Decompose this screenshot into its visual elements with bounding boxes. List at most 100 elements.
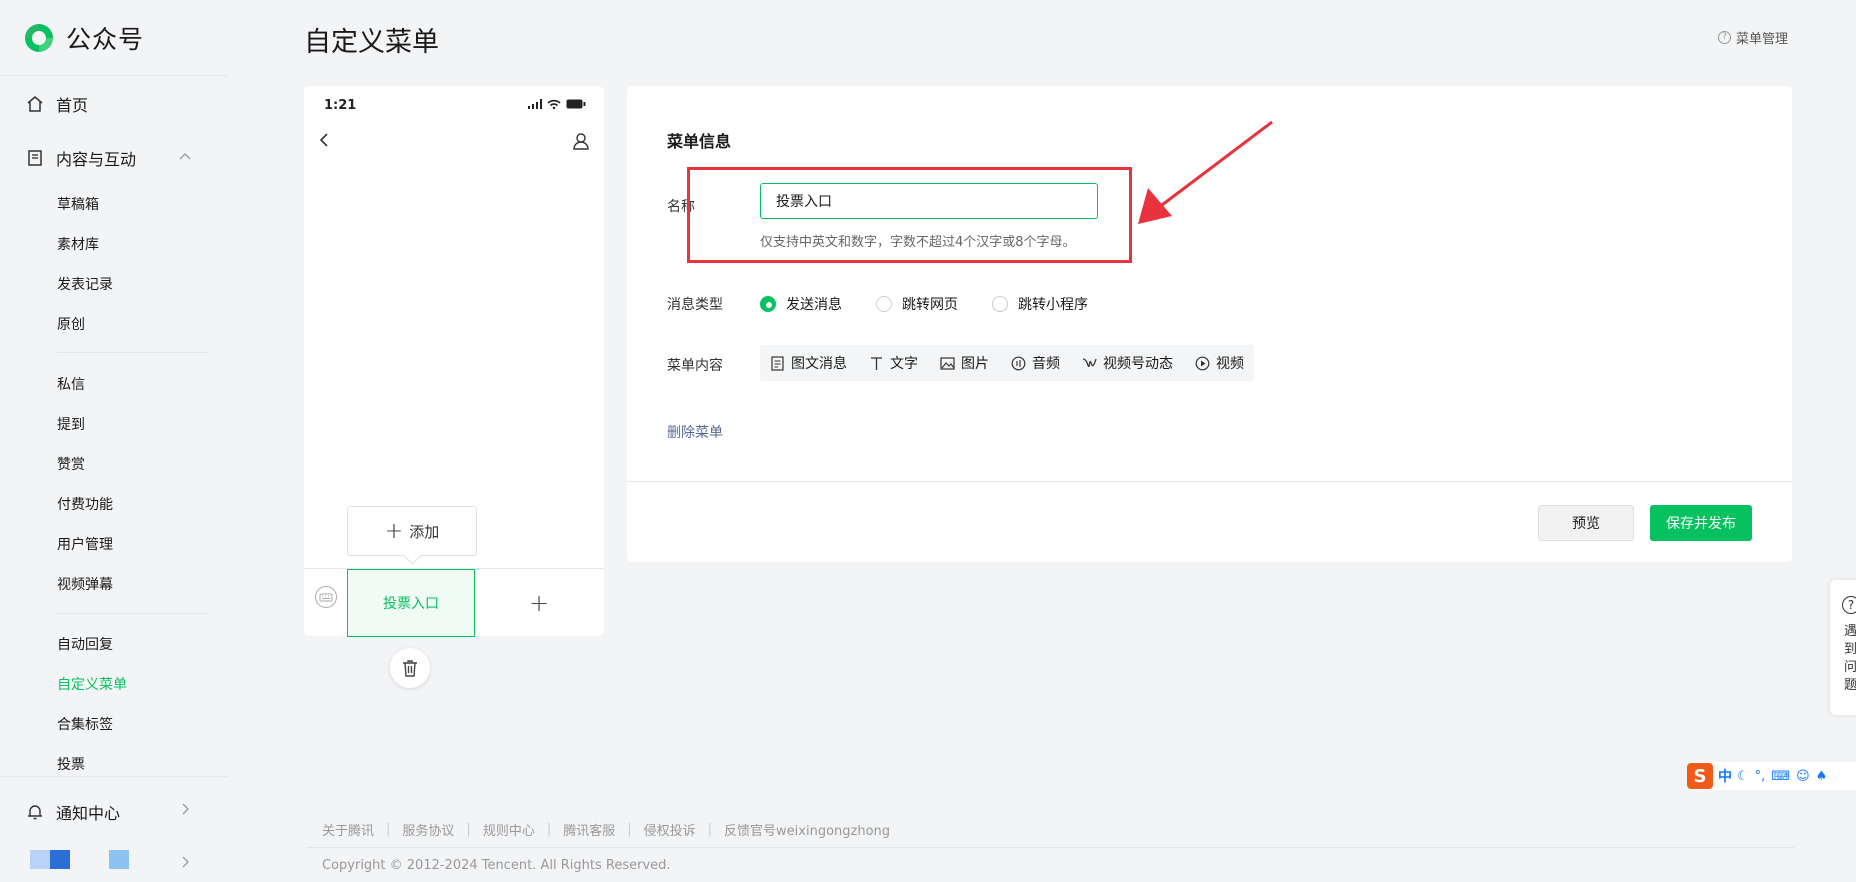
sidebar-item-vote[interactable]: 投票 xyxy=(57,754,85,774)
footer-link-rules[interactable]: 规则中心 xyxy=(483,820,535,839)
radio-jump-miniprogram[interactable]: 跳转小程序 xyxy=(992,294,1088,314)
tab-image[interactable]: 图片 xyxy=(940,353,989,373)
footer-separator: | xyxy=(466,822,471,837)
sidebar-item-user-management[interactable]: 用户管理 xyxy=(57,534,113,554)
tab-label: 音频 xyxy=(1032,356,1060,372)
message-type-radio-group: 发送消息 跳转网页 跳转小程序 xyxy=(760,294,1122,314)
panel-divider xyxy=(627,481,1792,482)
chevron-right-icon[interactable] xyxy=(178,855,192,869)
wechat-mp-logo-icon xyxy=(25,24,53,52)
sidebar-item-auto-reply[interactable]: 自动回复 xyxy=(57,634,113,654)
chevron-right-icon[interactable] xyxy=(178,802,192,816)
help-circle-icon: ? xyxy=(1717,31,1731,44)
tab-channels-post[interactable]: 视频号动态 xyxy=(1082,353,1173,373)
article-icon xyxy=(771,355,784,371)
keyboard-icon[interactable]: ⌨ xyxy=(1771,769,1790,784)
footer-separator: | xyxy=(707,822,713,837)
sidebar-divider xyxy=(0,75,228,76)
logo[interactable]: 公众号 xyxy=(22,20,144,56)
radio-label: 跳转网页 xyxy=(902,297,958,313)
sidebar-item-paid-features[interactable]: 付费功能 xyxy=(57,494,113,514)
nav-content-label: 内容与互动 xyxy=(56,150,137,169)
account-avatar[interactable] xyxy=(30,850,50,869)
footer-link-about[interactable]: 关于腾讯 xyxy=(322,820,374,839)
help-side-tab[interactable]: ? 遇到问题 xyxy=(1830,580,1856,715)
back-arrow-icon[interactable] xyxy=(316,132,332,148)
user-icon[interactable]: ☺ xyxy=(1796,769,1810,784)
sidebar-divider xyxy=(0,776,228,777)
radio-dot xyxy=(760,296,776,312)
sidebar: 公众号 首页 内容与互动 草稿箱 素材库 发表记录 原创 私信 提到 赞赏 付费… xyxy=(0,0,228,882)
nav-home-label: 首页 xyxy=(56,96,89,115)
sidebar-item-mentions[interactable]: 提到 xyxy=(57,414,85,434)
battery-icon xyxy=(566,99,586,109)
footer-separator: | xyxy=(627,822,632,837)
keyboard-icon[interactable] xyxy=(314,585,338,609)
nav-notifications[interactable]: 通知中心 xyxy=(26,800,120,824)
sidebar-item-original[interactable]: 原创 xyxy=(57,314,85,334)
footer-link-support[interactable]: 腾讯客服 xyxy=(563,820,615,839)
sidebar-item-custom-menu[interactable]: 自定义菜单 xyxy=(57,674,127,694)
sidebar-group-divider xyxy=(57,613,209,614)
radio-label: 发送消息 xyxy=(786,297,842,313)
chevron-up-icon[interactable] xyxy=(178,149,192,163)
annotation-arrow-icon xyxy=(1138,120,1273,224)
page-title: 自定义菜单 xyxy=(304,27,439,58)
nav-notifications-label: 通知中心 xyxy=(56,804,121,823)
footer-divider xyxy=(306,847,1794,848)
ime-toolbar[interactable]: S 中 ☾ °, ⌨ ☺ ♠ xyxy=(1687,762,1856,790)
account-avatar xyxy=(109,850,129,869)
skin-icon[interactable]: ♠ xyxy=(1816,769,1828,784)
copyright: Copyright © 2012-2024 Tencent. All Right… xyxy=(322,858,671,873)
section-title: 菜单信息 xyxy=(667,132,732,151)
menu-item-vote-entry[interactable]: 投票入口 xyxy=(347,569,475,637)
add-submenu-button[interactable]: + 添加 xyxy=(347,506,477,556)
menu-content-label: 菜单内容 xyxy=(667,358,723,374)
footer-link-infringement[interactable]: 侵权投诉 xyxy=(644,820,696,839)
preview-button[interactable]: 预览 xyxy=(1538,505,1634,541)
radio-send-message[interactable]: 发送消息 xyxy=(760,294,842,314)
punctuation-icon[interactable]: °, xyxy=(1755,769,1766,784)
bell-icon xyxy=(28,805,42,820)
radio-jump-webpage[interactable]: 跳转网页 xyxy=(876,294,958,314)
tab-label: 图文消息 xyxy=(791,356,847,372)
wifi-icon xyxy=(547,99,561,109)
sidebar-item-video-danmaku[interactable]: 视频弹幕 xyxy=(57,574,113,594)
phone-status-bar xyxy=(528,99,586,109)
sidebar-item-collection-tags[interactable]: 合集标签 xyxy=(57,714,113,734)
add-submenu-label: 添加 xyxy=(409,522,440,541)
tab-text[interactable]: 文字 xyxy=(869,353,918,373)
help-icon: ? xyxy=(1842,596,1856,614)
menu-management-link[interactable]: ? 菜单管理 xyxy=(1717,28,1788,47)
footer-separator: | xyxy=(386,822,391,837)
sidebar-item-messages[interactable]: 私信 xyxy=(57,374,85,394)
sidebar-item-publish-history[interactable]: 发表记录 xyxy=(57,274,113,294)
sidebar-item-rewards[interactable]: 赞赏 xyxy=(57,454,85,474)
nav-content-section[interactable]: 内容与互动 xyxy=(26,146,136,170)
user-icon[interactable] xyxy=(572,132,590,150)
menu-content-tabs: 图文消息 文字 图片 音频 视频号动态 视频 xyxy=(760,345,1254,381)
help-text: 遇到问题 xyxy=(1844,624,1856,693)
message-type-label: 消息类型 xyxy=(667,297,723,313)
save-and-publish-button[interactable]: 保存并发布 xyxy=(1650,505,1752,541)
moon-icon[interactable]: ☾ xyxy=(1737,769,1749,784)
tab-label: 视频号动态 xyxy=(1103,356,1173,372)
nav-home[interactable]: 首页 xyxy=(26,92,88,116)
delete-menu-link[interactable]: 删除菜单 xyxy=(667,422,723,442)
tab-article[interactable]: 图文消息 xyxy=(770,353,847,373)
add-menu-button[interactable]: + xyxy=(484,569,594,637)
footer-link-feedback[interactable]: 反馈官号weixingongzhong xyxy=(724,820,890,839)
tab-video[interactable]: 视频 xyxy=(1195,353,1244,373)
ime-icons: ☾ °, ⌨ ☺ ♠ xyxy=(1737,769,1827,784)
tab-audio[interactable]: 音频 xyxy=(1011,353,1060,373)
sidebar-item-drafts[interactable]: 草稿箱 xyxy=(57,194,99,214)
trash-icon xyxy=(403,660,417,677)
phone-time: 1:21 xyxy=(324,98,357,113)
footer-separator: | xyxy=(546,822,552,837)
sidebar-item-materials[interactable]: 素材库 xyxy=(57,234,99,254)
ime-mode[interactable]: 中 xyxy=(1718,766,1732,786)
delete-menu-item-button[interactable] xyxy=(390,648,430,688)
phone-menu-bar: 投票入口 + xyxy=(304,568,604,637)
footer-link-terms[interactable]: 服务协议 xyxy=(402,820,454,839)
annotation-highlight-box xyxy=(687,167,1132,263)
